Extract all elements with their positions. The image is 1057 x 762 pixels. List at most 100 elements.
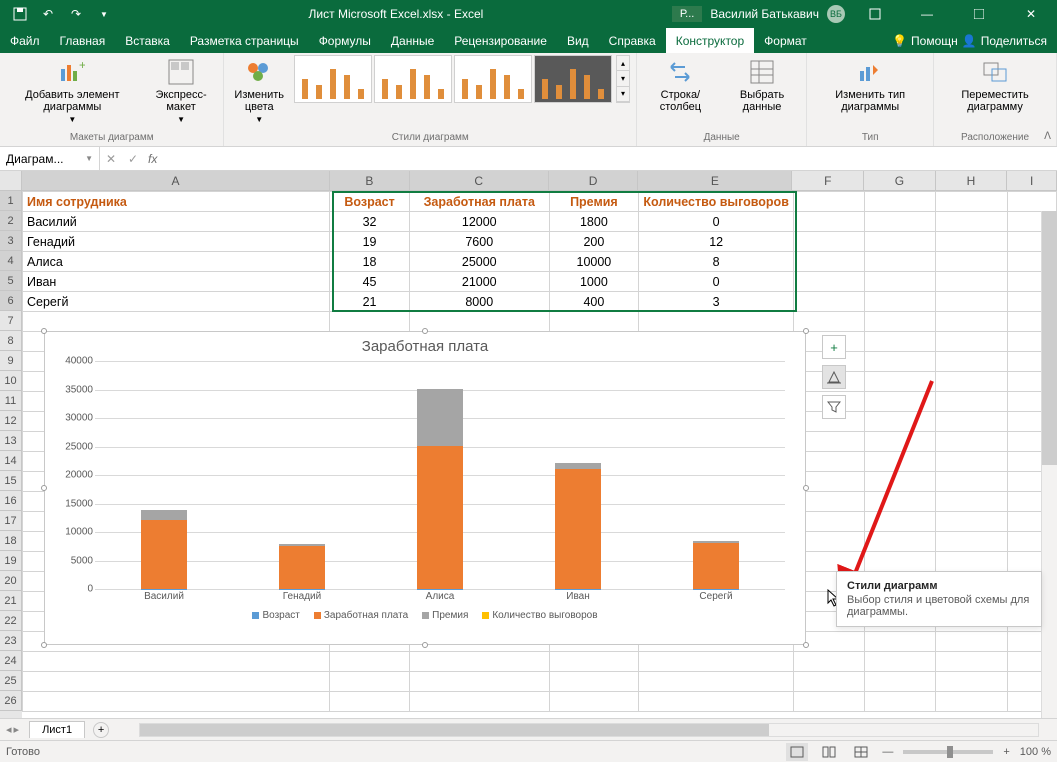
row-header-1[interactable]: 1 [0, 191, 22, 211]
change-chart-type-button[interactable]: Изменить тип диаграммы [813, 55, 927, 115]
cell[interactable]: 1000 [549, 272, 639, 292]
qat-customize[interactable]: ▼ [92, 3, 116, 25]
col-header-I[interactable]: I [1007, 171, 1057, 190]
row-header-11[interactable]: 11 [0, 391, 22, 411]
cell[interactable]: 21000 [409, 272, 549, 292]
share-button[interactable]: 👤Поделиться [962, 34, 1047, 48]
cell[interactable]: 12 [639, 232, 794, 252]
switch-row-col-button[interactable]: Строка/ столбец [643, 55, 718, 115]
zoom-out-button[interactable]: — [882, 746, 893, 758]
collapse-ribbon[interactable]: ᐱ [1044, 131, 1051, 142]
change-colors-button[interactable]: Изменить цвета▼ [230, 55, 288, 126]
col-header-F[interactable]: F [792, 171, 864, 190]
cell[interactable]: 400 [549, 292, 639, 312]
cell[interactable]: Иван [23, 272, 330, 292]
chart-style-3[interactable] [454, 55, 532, 103]
chart-elements-button[interactable]: + [822, 335, 846, 359]
cell[interactable]: Генадий [23, 232, 330, 252]
cell[interactable]: 10000 [549, 252, 639, 272]
sheet-tab[interactable]: Лист1 [29, 721, 85, 738]
tab-data[interactable]: Данные [381, 28, 444, 53]
tab-review[interactable]: Рецензирование [444, 28, 557, 53]
row-header-24[interactable]: 24 [0, 651, 22, 671]
cell[interactable]: Василий [23, 212, 330, 232]
row-header-18[interactable]: 18 [0, 531, 22, 551]
select-data-button[interactable]: Выбрать данные [724, 55, 801, 115]
tab-file[interactable]: Файл [0, 28, 50, 53]
col-header-A[interactable]: A [22, 171, 330, 190]
cell[interactable]: 0 [639, 212, 794, 232]
chart-filters-button[interactable] [822, 395, 846, 419]
cell[interactable]: 25000 [409, 252, 549, 272]
maximize-button[interactable] [957, 0, 1001, 28]
row-header-14[interactable]: 14 [0, 451, 22, 471]
row-header-17[interactable]: 17 [0, 511, 22, 531]
cancel-button-fb[interactable]: ✕ [100, 147, 122, 170]
row-header-6[interactable]: 6 [0, 291, 22, 311]
view-page-break-button[interactable] [850, 743, 872, 761]
tab-home[interactable]: Главная [50, 28, 116, 53]
cell[interactable]: 45 [330, 272, 410, 292]
cell[interactable]: Алиса [23, 252, 330, 272]
tab-format[interactable]: Формат [754, 28, 817, 53]
resize-handle[interactable] [41, 642, 47, 648]
cell[interactable]: 18 [330, 252, 410, 272]
table-header[interactable]: Возраст [330, 192, 410, 212]
sheet-nav-next[interactable]: ▸ [14, 723, 20, 736]
resize-handle[interactable] [803, 328, 809, 334]
resize-handle[interactable] [803, 485, 809, 491]
add-chart-element-button[interactable]: + Добавить элемент диаграммы▼ [6, 55, 139, 126]
select-all-corner[interactable] [0, 171, 22, 190]
row-header-3[interactable]: 3 [0, 231, 22, 251]
chart-style-4[interactable] [534, 55, 612, 103]
save-button[interactable] [8, 3, 32, 25]
cell[interactable]: Серегй [23, 292, 330, 312]
resize-handle[interactable] [41, 328, 47, 334]
row-header-16[interactable]: 16 [0, 491, 22, 511]
table-header[interactable]: Заработная плата [409, 192, 549, 212]
col-header-C[interactable]: C [410, 171, 549, 190]
chart-style-gallery[interactable]: ▴▾▾ [294, 55, 630, 103]
quick-layout-button[interactable]: Экспресс-макет▼ [145, 55, 218, 126]
row-header-4[interactable]: 4 [0, 251, 22, 271]
view-page-layout-button[interactable] [818, 743, 840, 761]
zoom-in-button[interactable]: + [1003, 746, 1009, 758]
gallery-scroll[interactable]: ▴▾▾ [616, 55, 630, 103]
enter-button-fb[interactable]: ✓ [122, 147, 144, 170]
cell[interactable]: 19 [330, 232, 410, 252]
redo-button[interactable]: ↷ [64, 3, 88, 25]
horizontal-scrollbar[interactable] [139, 723, 1039, 737]
cell[interactable]: 7600 [409, 232, 549, 252]
cell[interactable]: 3 [639, 292, 794, 312]
minimize-button[interactable]: — [905, 0, 949, 28]
tab-formulas[interactable]: Формулы [309, 28, 381, 53]
tab-page-layout[interactable]: Разметка страницы [180, 28, 309, 53]
close-button[interactable]: ✕ [1009, 0, 1053, 28]
cell[interactable]: 12000 [409, 212, 549, 232]
table-header[interactable]: Количество выговоров [639, 192, 794, 212]
ribbon-options-icon[interactable] [853, 0, 897, 28]
tell-me-button[interactable]: 💡Помощн [892, 34, 958, 48]
row-header-22[interactable]: 22 [0, 611, 22, 631]
table-header[interactable]: Имя сотрудника [23, 192, 330, 212]
col-header-E[interactable]: E [638, 171, 792, 190]
vertical-scrollbar[interactable] [1041, 211, 1057, 718]
undo-button[interactable]: ↶ [36, 3, 60, 25]
chart-styles-button[interactable] [822, 365, 846, 389]
row-header-26[interactable]: 26 [0, 691, 22, 711]
cell[interactable]: 0 [639, 272, 794, 292]
chart-title[interactable]: Заработная плата [45, 332, 805, 361]
formula-input[interactable] [161, 147, 1057, 170]
chart-style-2[interactable] [374, 55, 452, 103]
row-header-13[interactable]: 13 [0, 431, 22, 451]
row-header-5[interactable]: 5 [0, 271, 22, 291]
name-box[interactable]: Диаграм...▼ [0, 147, 100, 170]
resize-handle[interactable] [803, 642, 809, 648]
new-sheet-button[interactable]: + [93, 722, 109, 738]
resize-handle[interactable] [422, 642, 428, 648]
row-header-8[interactable]: 8 [0, 331, 22, 351]
cell[interactable]: 21 [330, 292, 410, 312]
row-header-23[interactable]: 23 [0, 631, 22, 651]
row-header-19[interactable]: 19 [0, 551, 22, 571]
sheet-nav-prev[interactable]: ◂ [6, 723, 12, 736]
